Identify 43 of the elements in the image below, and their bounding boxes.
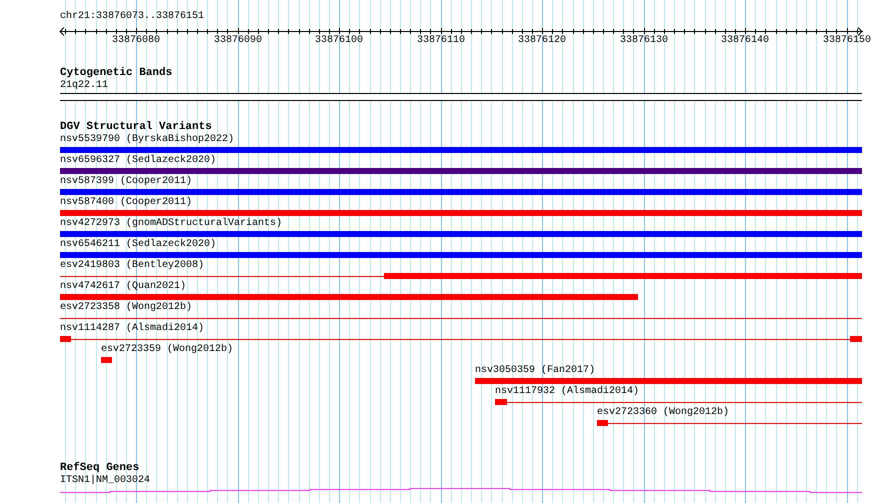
ruler-tick-label: 33876140 <box>721 36 769 46</box>
variant-label[interactable]: nsv6596327 (Sedlazeck2020) <box>60 156 216 166</box>
variant-feature-drawing[interactable] <box>495 399 862 405</box>
variant-label[interactable]: nsv587399 (Cooper2011) <box>60 177 192 187</box>
ruler-tick-label: 33876150 <box>823 36 871 46</box>
gene-line-drawing[interactable] <box>60 486 862 494</box>
ruler-tick-label: 33876110 <box>417 36 465 46</box>
variant-feature-drawing[interactable] <box>60 273 862 279</box>
ruler-tick-label: 33876090 <box>214 36 262 46</box>
band-label: 21q22.11 <box>60 81 108 91</box>
variant-label[interactable]: esv2723359 (Wong2012b) <box>101 345 234 355</box>
track-title: Cytogenetic Bands <box>60 68 172 79</box>
variant-label[interactable]: esv2419803 (Bentley2008) <box>60 261 204 271</box>
variant-label[interactable]: nsv587400 (Cooper2011) <box>60 198 192 208</box>
variant-label[interactable]: nsv3050359 (Fan2017) <box>475 366 596 376</box>
variant-bar[interactable] <box>60 294 638 300</box>
variant-bar[interactable] <box>101 357 112 363</box>
variant-label[interactable]: nsv4742617 (Quan2021) <box>60 282 186 292</box>
variant-bar[interactable] <box>60 189 862 195</box>
ruler-tick-label: 33876120 <box>518 36 566 46</box>
variant-bar[interactable] <box>60 210 862 216</box>
variant-bar[interactable] <box>475 378 862 384</box>
ruler-tick-label: 33876100 <box>315 36 363 46</box>
variant-label[interactable]: esv2723358 (Wong2012b) <box>60 303 192 313</box>
variant-label[interactable]: nsv5539790 (ByrskaBishop2022) <box>60 135 234 145</box>
ruler-tick-label: 33876080 <box>112 36 160 46</box>
variant-bar[interactable] <box>60 168 862 174</box>
variant-label[interactable]: nsv6546211 (Sedlazeck2020) <box>60 240 216 250</box>
variant-label[interactable]: nsv1117932 (Alsmadi2014) <box>495 387 640 397</box>
variant-bar[interactable] <box>60 147 862 153</box>
variant-label[interactable]: nsv4272973 (gnomADStructuralVariants) <box>60 219 282 229</box>
track-title: DGV Structural Variants <box>60 122 212 133</box>
variant-label[interactable]: esv2723360 (Wong2012b) <box>597 408 730 418</box>
track-title: RefSeq Genes <box>60 463 140 474</box>
position-label: chr21:33876073..33876151 <box>60 12 204 22</box>
variant-bar[interactable] <box>60 231 862 237</box>
variant-feature-drawing[interactable] <box>60 315 862 321</box>
variant-bar[interactable] <box>60 252 862 258</box>
ruler-tick-label: 33876130 <box>620 36 668 46</box>
variant-label[interactable]: nsv1114287 (Alsmadi2014) <box>60 324 204 334</box>
variant-feature-drawing[interactable] <box>597 420 862 426</box>
gene-label[interactable]: ITSN1|NM_003024 <box>60 476 150 486</box>
variant-feature-drawing[interactable] <box>60 336 862 342</box>
